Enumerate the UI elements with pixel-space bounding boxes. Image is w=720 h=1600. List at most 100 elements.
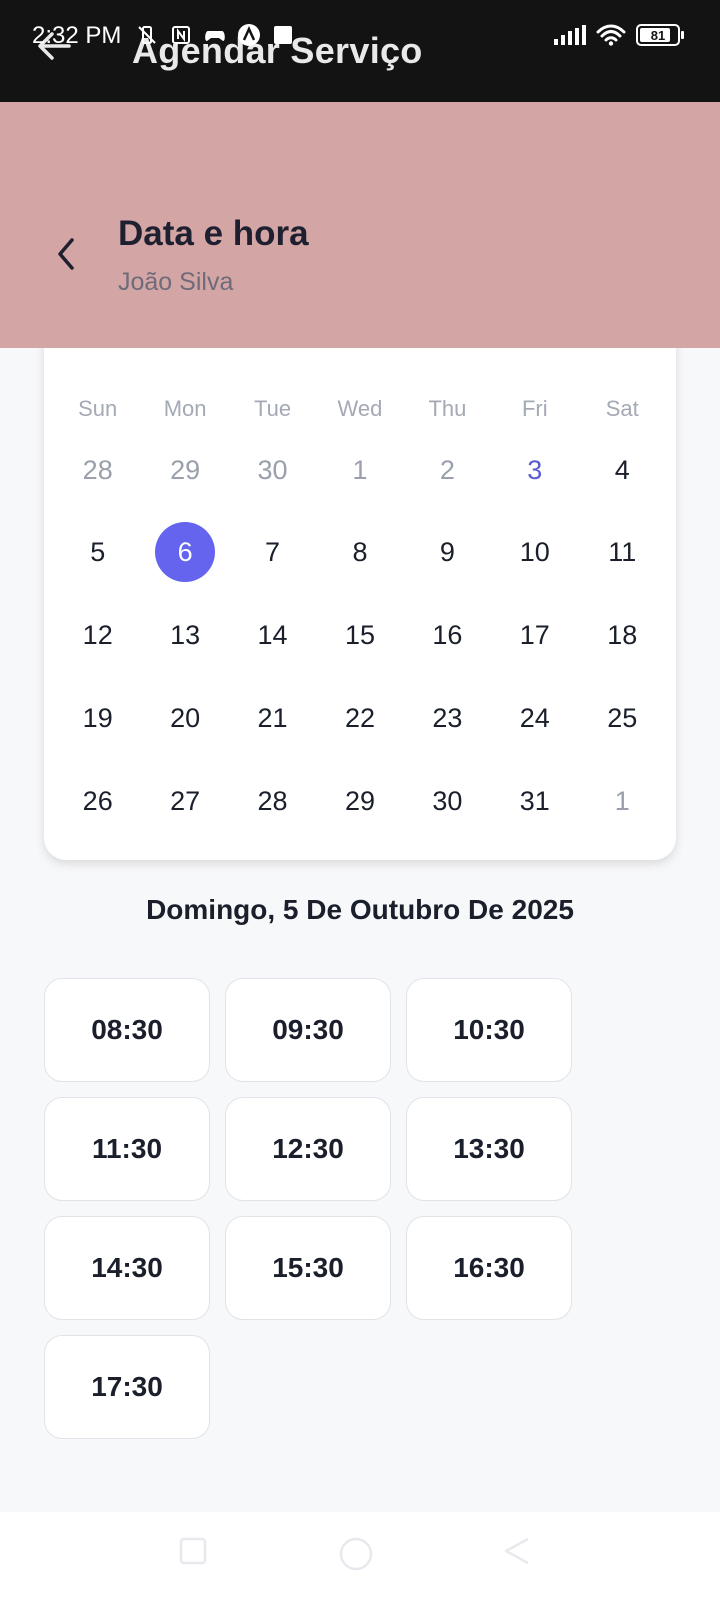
calendar-day[interactable]: 20 <box>141 688 228 748</box>
time-slot-button[interactable]: 14:30 <box>44 1216 210 1320</box>
calendar-day[interactable]: 23 <box>404 688 491 748</box>
calendar-day[interactable]: 12 <box>54 605 141 665</box>
calendar-day-number: 1 <box>352 454 368 485</box>
calendar-day-number: 18 <box>607 619 638 650</box>
calendar-day[interactable]: 29 <box>316 771 403 831</box>
time-slot-button[interactable]: 16:30 <box>406 1216 572 1320</box>
calendar-day-number: 19 <box>82 702 113 733</box>
calendar-week: 26 27 28 29 30 31 1 <box>54 771 666 831</box>
calendar-day-number: 25 <box>607 702 638 733</box>
wifi-icon <box>596 24 626 46</box>
calendar-day-number: 20 <box>170 702 201 733</box>
calendar-day-selected[interactable]: 6 <box>141 522 228 582</box>
calendar-day[interactable]: 14 <box>229 605 316 665</box>
weekday-label: Mon <box>163 396 207 421</box>
calendar-day[interactable]: 28 <box>229 771 316 831</box>
calendar-weekdays: Sun Mon Tue Wed Thu Fri Sat <box>54 396 666 422</box>
calendar-day[interactable]: 21 <box>229 688 316 748</box>
calendar-day[interactable]: 13 <box>141 605 228 665</box>
calendar: Sun Mon Tue Wed Thu Fri Sat 28 29 30 1 2 3 4 5 6 7 8 9 10 1… <box>44 300 676 860</box>
calendar-day[interactable]: 7 <box>229 522 316 582</box>
calendar-day-number: 28 <box>257 785 288 816</box>
calendar-day[interactable]: 29 <box>141 440 228 500</box>
calendar-day-number: 11 <box>608 536 637 567</box>
calendar-day-number: 3 <box>527 454 543 485</box>
calendar-day[interactable]: 10 <box>491 522 578 582</box>
calendar-day[interactable]: 26 <box>54 771 141 831</box>
calendar-day[interactable]: 1 <box>316 440 403 500</box>
time-slot-button[interactable]: 13:30 <box>406 1097 572 1201</box>
system-nav-bar <box>0 1512 720 1600</box>
calendar-day-number: 21 <box>257 702 288 733</box>
calendar-day[interactable]: 22 <box>316 688 403 748</box>
calendar-day-number: 12 <box>82 619 113 650</box>
time-slot-button[interactable]: 17:30 <box>44 1335 210 1439</box>
time-slot-button[interactable]: 09:30 <box>225 978 391 1082</box>
calendar-day[interactable]: 5 <box>54 522 141 582</box>
calendar-day[interactable]: 11 <box>579 522 666 582</box>
image-notification-icon <box>270 22 296 48</box>
calendar-week: 28 29 30 1 2 3 4 <box>54 440 666 500</box>
calendar-day-number: 10 <box>519 536 550 567</box>
calendar-day[interactable]: 17 <box>491 605 578 665</box>
calendar-day-number: 1 <box>614 785 630 816</box>
notification-icons <box>134 22 296 48</box>
nfc-icon <box>168 22 194 48</box>
calendar-day[interactable]: 28 <box>54 440 141 500</box>
calendar-week: 12 13 14 15 16 17 18 <box>54 605 666 665</box>
calendar-day[interactable]: 16 <box>404 605 491 665</box>
triangle-back-icon <box>504 1537 529 1565</box>
calendar-day-number: 26 <box>82 785 113 816</box>
calendar-day-number: 29 <box>344 785 375 816</box>
calendar-day[interactable]: 2 <box>404 440 491 500</box>
back-button[interactable] <box>50 234 82 274</box>
chevron-left-icon <box>58 238 74 270</box>
calendar-day-number: 4 <box>614 454 630 485</box>
calendar-day[interactable]: 18 <box>579 605 666 665</box>
time-slot-button[interactable]: 11:30 <box>44 1097 210 1201</box>
calendar-day-number: 31 <box>519 785 550 816</box>
time-slot-button[interactable]: 15:30 <box>225 1216 391 1320</box>
back-nav-button[interactable] <box>502 1536 532 1571</box>
selected-date-label: Domingo, 5 De Outubro De 2025 <box>146 894 574 925</box>
calendar-day-number: 13 <box>170 619 201 650</box>
calendar-day[interactable]: 24 <box>491 688 578 748</box>
square-icon <box>179 1537 207 1565</box>
calendar-week: 19 20 21 22 23 24 25 <box>54 688 666 748</box>
signal-icon <box>554 25 586 45</box>
app-bar: Agendar Serviço 2:32 PM 81 <box>0 0 720 102</box>
time-slot-button[interactable]: 08:30 <box>44 978 210 1082</box>
calendar-day[interactable]: 9 <box>404 522 491 582</box>
calendar-day-number: 30 <box>432 785 463 816</box>
calendar-day-number: 24 <box>519 702 550 733</box>
calendar-day[interactable]: 30 <box>229 440 316 500</box>
weekday-label: Fri <box>521 396 548 421</box>
calendar-day[interactable]: 8 <box>316 522 403 582</box>
calendar-day-number: 14 <box>257 619 288 650</box>
calendar-day-number: 15 <box>344 619 375 650</box>
time-slot-button[interactable]: 10:30 <box>406 978 572 1082</box>
calendar-day[interactable]: 31 <box>491 771 578 831</box>
calendar-day-number: 2 <box>439 454 455 485</box>
calendar-day[interactable]: 3 <box>491 440 578 500</box>
calendar-day[interactable]: 15 <box>316 605 403 665</box>
calendar-day-number: 9 <box>439 536 455 567</box>
calendar-day-number: 29 <box>170 454 201 485</box>
calendar-day-number: 28 <box>82 454 113 485</box>
calendar-day-number: 17 <box>519 619 550 650</box>
weekday-label: Wed <box>337 396 383 421</box>
calendar-day[interactable]: 25 <box>579 688 666 748</box>
calendar-day[interactable]: 27 <box>141 771 228 831</box>
calendar-day[interactable]: 30 <box>404 771 491 831</box>
circle-icon <box>339 1537 373 1571</box>
calendar-day-number: 23 <box>432 702 463 733</box>
weekday-label: Sun <box>78 396 118 421</box>
home-button[interactable] <box>338 1536 374 1577</box>
calendar-day[interactable]: 1 <box>579 771 666 831</box>
calendar-day[interactable]: 19 <box>54 688 141 748</box>
recent-apps-button[interactable] <box>178 1536 208 1571</box>
game-controller-icon <box>202 22 228 48</box>
calendar-day[interactable]: 4 <box>579 440 666 500</box>
battery-level: 81 <box>650 27 666 43</box>
time-slot-button[interactable]: 12:30 <box>225 1097 391 1201</box>
